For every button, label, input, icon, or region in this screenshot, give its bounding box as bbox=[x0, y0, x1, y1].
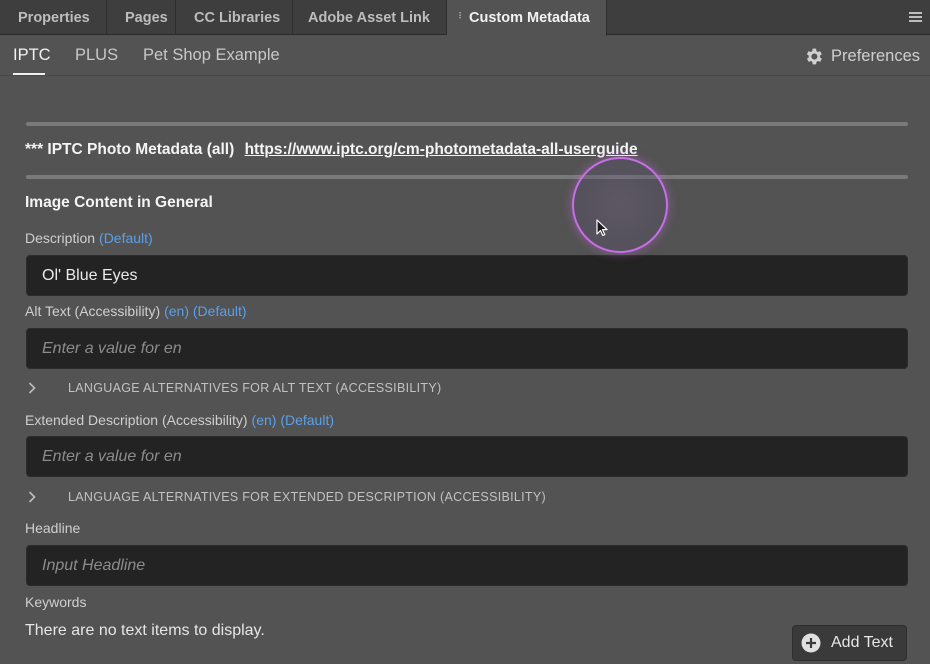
lang-alt-label: LANGUAGE ALTERNATIVES FOR ALT TEXT (ACCE… bbox=[68, 381, 442, 395]
plus-circle-icon bbox=[801, 633, 821, 653]
add-text-label: Add Text bbox=[831, 634, 893, 651]
iptc-heading-text: *** IPTC Photo Metadata (all) bbox=[25, 141, 235, 158]
tab-pages[interactable]: Pages bbox=[107, 0, 176, 35]
metadata-schema-tabs: IPTC PLUS Pet Shop Example Preferences bbox=[0, 36, 930, 76]
alt-text-input[interactable] bbox=[26, 328, 908, 369]
tab-label: CC Libraries bbox=[194, 10, 281, 26]
tab-adobe-asset-link[interactable]: Adobe Asset Link bbox=[293, 0, 447, 35]
preferences-button[interactable]: Preferences bbox=[803, 45, 920, 67]
alt-text-language-alternatives-toggle[interactable]: LANGUAGE ALTERNATIVES FOR ALT TEXT (ACCE… bbox=[28, 378, 441, 398]
tab-label: Properties bbox=[18, 10, 90, 26]
panel-tab-strip: Properties Pages CC Libraries Adobe Asse… bbox=[0, 0, 930, 36]
tab-pet-shop-example[interactable]: Pet Shop Example bbox=[143, 46, 280, 65]
tab-plus[interactable]: PLUS bbox=[75, 46, 118, 65]
iptc-guide-link[interactable]: https://www.iptc.org/cm-photometadata-al… bbox=[245, 141, 638, 158]
chevron-right-icon bbox=[28, 382, 42, 394]
default-tag: (Default) bbox=[99, 230, 153, 246]
description-label: Description (Default) bbox=[25, 230, 153, 246]
language-default-tag: (en) (Default) bbox=[251, 412, 334, 428]
tab-custom-metadata[interactable]: ⋮ Custom Metadata bbox=[447, 0, 607, 36]
extended-description-language-alternatives-toggle[interactable]: LANGUAGE ALTERNATIVES FOR EXTENDED DESCR… bbox=[28, 487, 546, 507]
active-tab-indicator bbox=[13, 73, 45, 75]
gear-icon bbox=[806, 48, 822, 64]
field-label-text: Headline bbox=[25, 520, 81, 536]
keywords-empty-message: There are no text items to display. bbox=[25, 622, 265, 639]
alt-text-label: Alt Text (Accessibility) (en) (Default) bbox=[25, 303, 247, 319]
field-label-text: Extended Description (Accessibility) bbox=[25, 412, 248, 428]
chevron-right-icon bbox=[28, 491, 42, 503]
hamburger-menu-icon[interactable] bbox=[909, 12, 922, 22]
field-label-text: Alt Text (Accessibility) bbox=[25, 303, 161, 319]
extended-description-input[interactable] bbox=[26, 436, 908, 477]
tab-cc-libraries[interactable]: CC Libraries bbox=[176, 0, 293, 35]
tab-label: Pages bbox=[125, 10, 168, 26]
extended-description-label: Extended Description (Accessibility) (en)… bbox=[25, 412, 334, 428]
iptc-schema-heading: *** IPTC Photo Metadata (all) https://ww… bbox=[25, 141, 638, 159]
tab-label: Custom Metadata bbox=[469, 10, 590, 26]
section-title: Image Content in General bbox=[25, 194, 213, 211]
custom-metadata-panel: Properties Pages CC Libraries Adobe Asse… bbox=[0, 0, 930, 664]
add-text-button[interactable]: Add Text bbox=[792, 625, 907, 661]
field-label-text: Description bbox=[25, 230, 96, 246]
headline-label: Headline bbox=[25, 520, 80, 536]
drag-grip-icon[interactable]: ⋮ bbox=[456, 12, 464, 22]
section-divider bbox=[26, 122, 908, 126]
keywords-label: Keywords bbox=[25, 594, 86, 610]
section-divider bbox=[26, 175, 908, 179]
preferences-label: Preferences bbox=[831, 46, 920, 65]
mouse-pointer-icon bbox=[596, 219, 608, 237]
tab-iptc[interactable]: IPTC bbox=[13, 46, 51, 65]
headline-input[interactable] bbox=[26, 545, 908, 586]
lang-alt-label: LANGUAGE ALTERNATIVES FOR EXTENDED DESCR… bbox=[68, 490, 546, 504]
description-input[interactable] bbox=[26, 255, 908, 296]
language-default-tag: (en) (Default) bbox=[164, 303, 247, 319]
cursor-highlight-ring bbox=[572, 157, 668, 253]
tab-label: Adobe Asset Link bbox=[308, 10, 430, 26]
tab-properties[interactable]: Properties bbox=[0, 0, 107, 35]
field-label-text: Keywords bbox=[25, 594, 87, 610]
